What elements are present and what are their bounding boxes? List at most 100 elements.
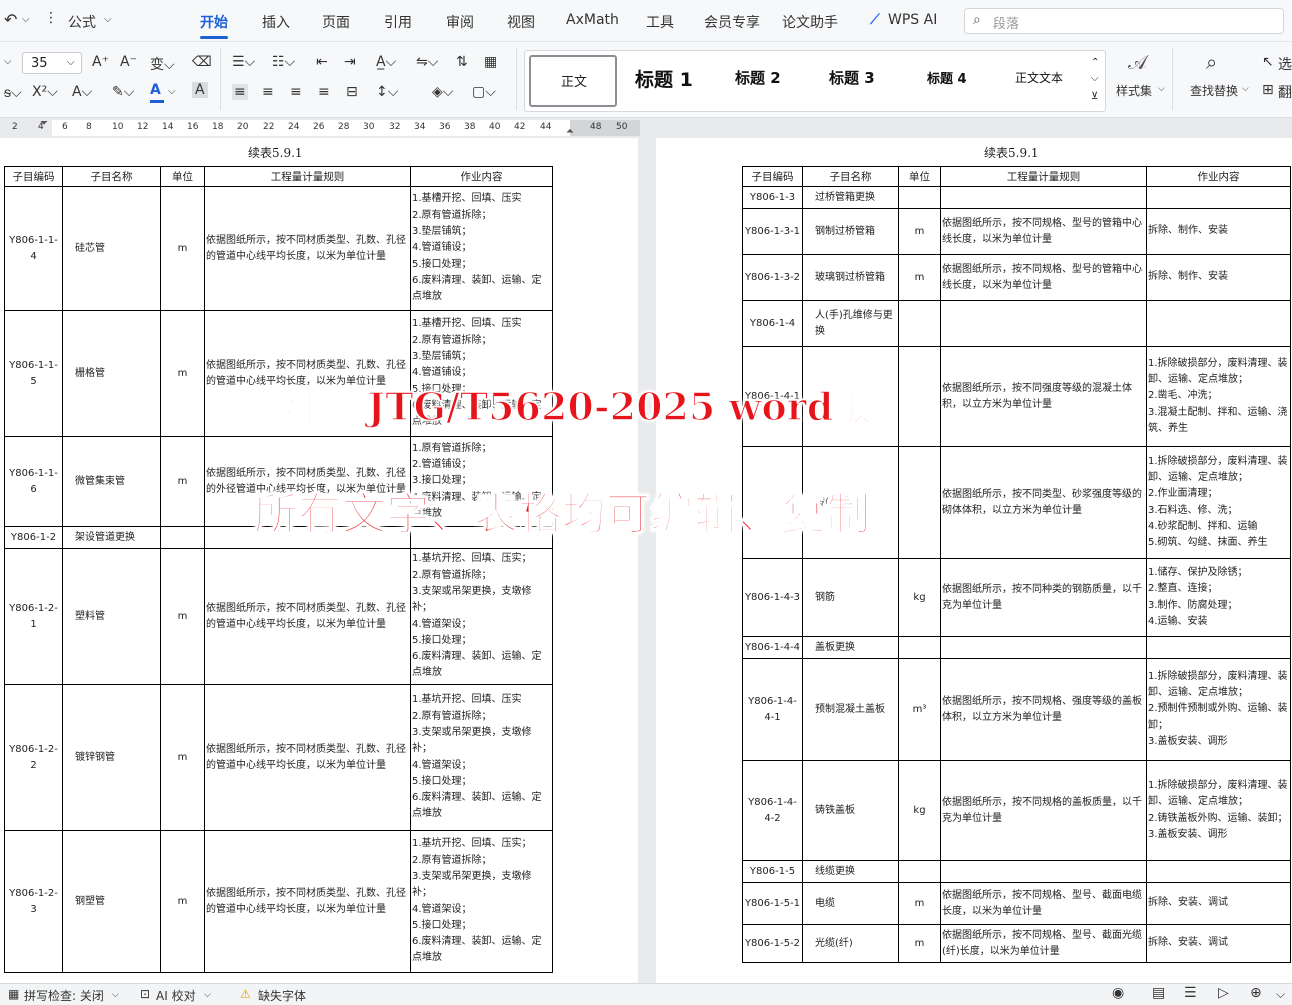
read-mode-icon[interactable]: ▷ (1218, 985, 1229, 1001)
ai-check-button[interactable]: AI 校对 (156, 987, 196, 1004)
grow-font-icon[interactable]: A⁺ (92, 54, 109, 70)
superscript-icon[interactable]: X²⌵ (32, 84, 58, 100)
cell-unit[interactable]: m (160, 548, 205, 685)
borders-icon[interactable]: ▢⌵ (472, 84, 496, 100)
right-indent-marker-icon[interactable]: ⏶ (566, 126, 574, 137)
cell-name[interactable]: 架设管道更换 (62, 526, 161, 549)
cell-unit[interactable]: m (898, 208, 941, 255)
cell-work[interactable]: 1.拆除破损部分，废料清理、装卸、运输、定点堆放； 2.铸铁盖板外购、运输、装卸… (1146, 760, 1291, 861)
align-left-icon[interactable]: ≡ (232, 84, 248, 100)
indent-marker-icon[interactable]: ⏷ (40, 118, 48, 129)
cell-rule[interactable] (940, 300, 1147, 347)
chinese-layout-icon[interactable]: A̲⌵ (376, 54, 396, 70)
horizontal-ruler[interactable]: 2 4 6 8 10 12 14 16 18 20 22 24 26 28 30 32 34 36 38 40 42 44… (0, 118, 640, 138)
tab-7[interactable]: 工具 (646, 12, 674, 32)
cell-name[interactable]: 电缆 (802, 882, 899, 925)
tab-4[interactable]: 审阅 (446, 12, 474, 32)
font-name-dropdown-icon[interactable]: ⌵ (4, 56, 12, 67)
cell-work[interactable]: 1.基槽开挖、回填、压实 2.原有管道拆除； 3.垫层铺筑； 4.管道铺设； 5… (410, 186, 553, 311)
cell-unit[interactable] (898, 186, 941, 209)
clear-format-icon[interactable]: ⌫ (192, 54, 212, 70)
cell-work[interactable]: 拆除、安装、调试 (1146, 882, 1291, 925)
shading-icon[interactable]: ◈⌵ (432, 84, 453, 100)
cell-name[interactable]: 预制混凝土盖板 (802, 658, 899, 761)
formula-button[interactable]: 公式 (68, 12, 96, 32)
cell-work[interactable]: 拆除、制作、安装 (1146, 254, 1291, 301)
cell-unit[interactable] (898, 860, 941, 883)
cell-rule[interactable]: 依据图纸所示，按不同规格、强度等级的盖板体积，以立方米为单位计量 (940, 658, 1147, 761)
table-right[interactable]: 子目编码 子目名称 单位 工程量计量规则 作业内容 Y806-1-3 过桥管箱更换… (742, 166, 1291, 963)
cell-work[interactable]: 拆除、制作、安装 (1146, 208, 1291, 255)
spellcheck-dropdown-icon[interactable]: ⌵ (112, 990, 119, 1000)
eye-protect-icon[interactable]: ◉ (1112, 985, 1124, 1001)
font-color-icon[interactable]: A (150, 82, 161, 98)
tab-9[interactable]: 论文助手 (782, 12, 838, 32)
cell-unit[interactable]: m (160, 186, 205, 311)
cell-unit[interactable]: m (160, 684, 205, 831)
highlight-icon[interactable]: ✎⌵ (112, 84, 134, 100)
cell-code[interactable]: Y806-1-1-5 (4, 310, 63, 437)
cell-work[interactable]: 1.拆除破损部分，废料清理、装卸、运输、定点堆放； 2.凿毛、冲洗； 3.混凝土… (1146, 346, 1291, 447)
cell-code[interactable]: Y806-1-2-1 (4, 548, 63, 685)
align-center-icon[interactable]: ≡ (262, 84, 274, 100)
cell-name[interactable]: 钢塑管 (62, 830, 161, 973)
translate-icon[interactable]: ⊞ (1262, 82, 1274, 98)
tab-2[interactable]: 页面 (322, 12, 350, 32)
page-view-icon[interactable]: ▤ (1152, 985, 1165, 1001)
tab-1[interactable]: 插入 (262, 12, 290, 32)
undo-icon[interactable]: ↶ (4, 10, 17, 29)
cell-code[interactable]: Y806-1-5-2 (742, 924, 803, 963)
cell-code[interactable]: Y806-1-3-2 (742, 254, 803, 301)
cell-rule[interactable]: 依据图纸所示，按不同类型、砂浆强度等级的砌体体积，以立方米为单位计量 (940, 446, 1147, 559)
cell-work[interactable]: 1.基坑开挖、回填、压实 2.原有管道拆除； 3.支架或吊架更换，支墩修补； 4… (410, 684, 553, 831)
style-heading1[interactable]: 标题 1 (635, 65, 693, 92)
missing-font-button[interactable]: 缺失字体 (258, 987, 306, 1004)
char-shading-icon[interactable]: A (192, 82, 208, 98)
cell-unit[interactable]: m (898, 924, 941, 963)
cell-name[interactable]: 栅格管 (62, 310, 161, 437)
page-right[interactable]: 续表5.9.1 子目编码 子目名称 单位 工程量计量规则 作业内容 Y806-1… (656, 138, 1292, 983)
cell-name[interactable]: 线缆更换 (802, 860, 899, 883)
strikethrough-icon[interactable]: ᵴ⌵ (4, 84, 22, 101)
cell-work[interactable] (1146, 186, 1291, 209)
align-right-icon[interactable]: ≡ (290, 84, 302, 100)
table-left[interactable]: 子目编码 子目名称 单位 工程量计量规则 作业内容 Y806-1-1-4 硅芯管 m… (4, 166, 553, 973)
cell-code[interactable]: Y806-1-3-1 (742, 208, 803, 255)
cell-code[interactable]: Y806-1-5 (742, 860, 803, 883)
cell-name[interactable]: 镀锌钢管 (62, 684, 161, 831)
select-label[interactable]: 选 (1278, 54, 1292, 74)
search-box[interactable]: ⌕ 段落 (964, 8, 1284, 34)
cell-name[interactable]: 铸铁盖板 (802, 760, 899, 861)
show-marks-icon[interactable]: ▦ (484, 54, 497, 70)
find-icon[interactable]: ⌕ (1206, 50, 1217, 74)
cell-code[interactable]: Y806-1-4-4 (742, 636, 803, 659)
more-views-icon[interactable]: ⌵ (1276, 987, 1285, 1002)
cell-name[interactable]: 钢制过桥管箱 (802, 208, 899, 255)
cell-unit[interactable] (898, 446, 941, 559)
cell-code[interactable]: Y806-1-4-3 (742, 558, 803, 637)
tab-6[interactable]: AxMath (566, 12, 619, 28)
phonetic-guide-icon[interactable]: 变⌵ (150, 54, 175, 74)
text-direction-icon[interactable]: ⇋⌵ (416, 54, 438, 70)
cell-code[interactable]: Y806-1-4-4-2 (742, 760, 803, 861)
tab-0[interactable]: 开始 (200, 12, 228, 32)
cell-unit[interactable] (898, 346, 941, 447)
cell-code[interactable]: Y806-1-2-3 (4, 830, 63, 973)
cell-name[interactable]: 钢筋 (802, 558, 899, 637)
font-color-dropdown-icon[interactable]: ⌵ (168, 86, 176, 97)
style-expand-icon[interactable]: ⊻ (1091, 91, 1098, 102)
shrink-font-icon[interactable]: A⁻ (120, 54, 137, 70)
cell-name[interactable]: 人(手)孔维修与更换 (802, 300, 899, 347)
cell-unit[interactable]: m (160, 310, 205, 437)
cell-code[interactable]: Y806-1-4 (742, 300, 803, 347)
cell-name[interactable]: 盖板更换 (802, 636, 899, 659)
cell-unit[interactable]: m (898, 254, 941, 301)
cell-unit[interactable]: kg (898, 558, 941, 637)
cell-rule[interactable] (940, 636, 1147, 659)
sort-icon[interactable]: ⇅ (456, 54, 468, 70)
cell-work[interactable] (1146, 860, 1291, 883)
cell-work[interactable]: 1.拆除破损部分，废料清理、装卸、运输、定点堆放； 2.预制件预制或外购、运输、… (1146, 658, 1291, 761)
cell-rule[interactable]: 依据图纸所示，按不同种类的钢筋质量，以千克为单位计量 (940, 558, 1147, 637)
numbered-list-icon[interactable]: ☷⌵ (272, 54, 295, 70)
cell-rule[interactable]: 依据图纸所示，按不同材质类型、孔数、孔径的管道中心线平均长度，以米为单位计量 (204, 548, 411, 685)
